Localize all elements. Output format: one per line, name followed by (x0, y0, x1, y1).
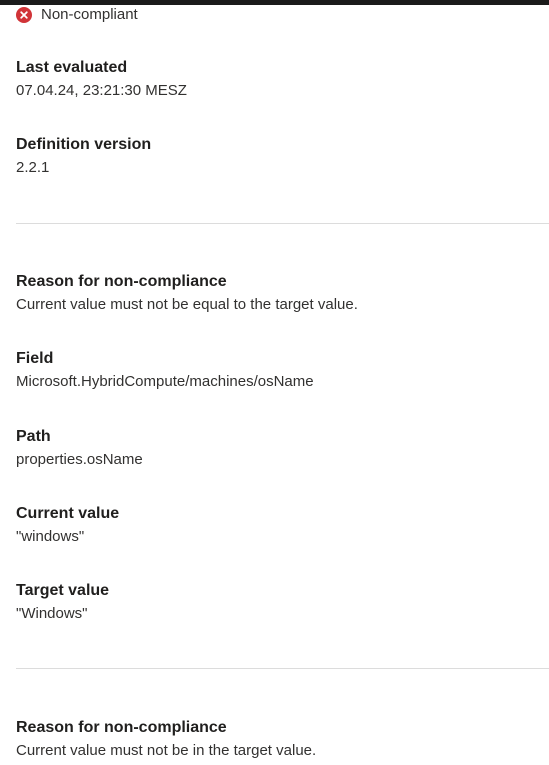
definition-version-field: Definition version 2.2.1 (16, 135, 546, 178)
error-circle-icon (16, 7, 32, 23)
reason-value: Current value must not be in the target … (16, 742, 317, 759)
reason-value: Current value must not be equal to the t… (16, 296, 358, 313)
compliance-status-text: Non-compliant (41, 6, 138, 23)
definition-version-label: Definition version (16, 136, 152, 153)
path-label: Path (16, 428, 51, 445)
compliance-status: Non-compliant (16, 5, 138, 25)
definition-version-value: 2.2.1 (16, 159, 50, 176)
section-divider (16, 668, 549, 669)
reason-field: Reason for non-compliance Current value … (16, 272, 546, 315)
current-value-field: Current value "windows" (16, 504, 546, 547)
current-value-label: Current value (16, 505, 120, 522)
field-name-label: Field (16, 350, 54, 367)
last-evaluated-label: Last evaluated (16, 59, 128, 76)
reason-label: Reason for non-compliance (16, 719, 227, 736)
reason-field: Reason for non-compliance Current value … (16, 718, 546, 761)
last-evaluated-value: 07.04.24, 23:21:30 MESZ (16, 82, 187, 99)
field-name-field: Field Microsoft.HybridCompute/machines/o… (16, 349, 546, 392)
last-evaluated-field: Last evaluated 07.04.24, 23:21:30 MESZ (16, 58, 546, 101)
target-value-field: Target value "Windows" (16, 581, 546, 624)
target-value-label: Target value (16, 582, 110, 599)
field-name-value: Microsoft.HybridCompute/machines/osName (16, 373, 314, 390)
reason-label: Reason for non-compliance (16, 273, 227, 290)
path-value: properties.osName (16, 451, 143, 468)
section-divider (16, 223, 549, 224)
target-value-value: "Windows" (16, 605, 88, 622)
path-field: Path properties.osName (16, 427, 546, 470)
current-value-value: "windows" (16, 528, 85, 545)
